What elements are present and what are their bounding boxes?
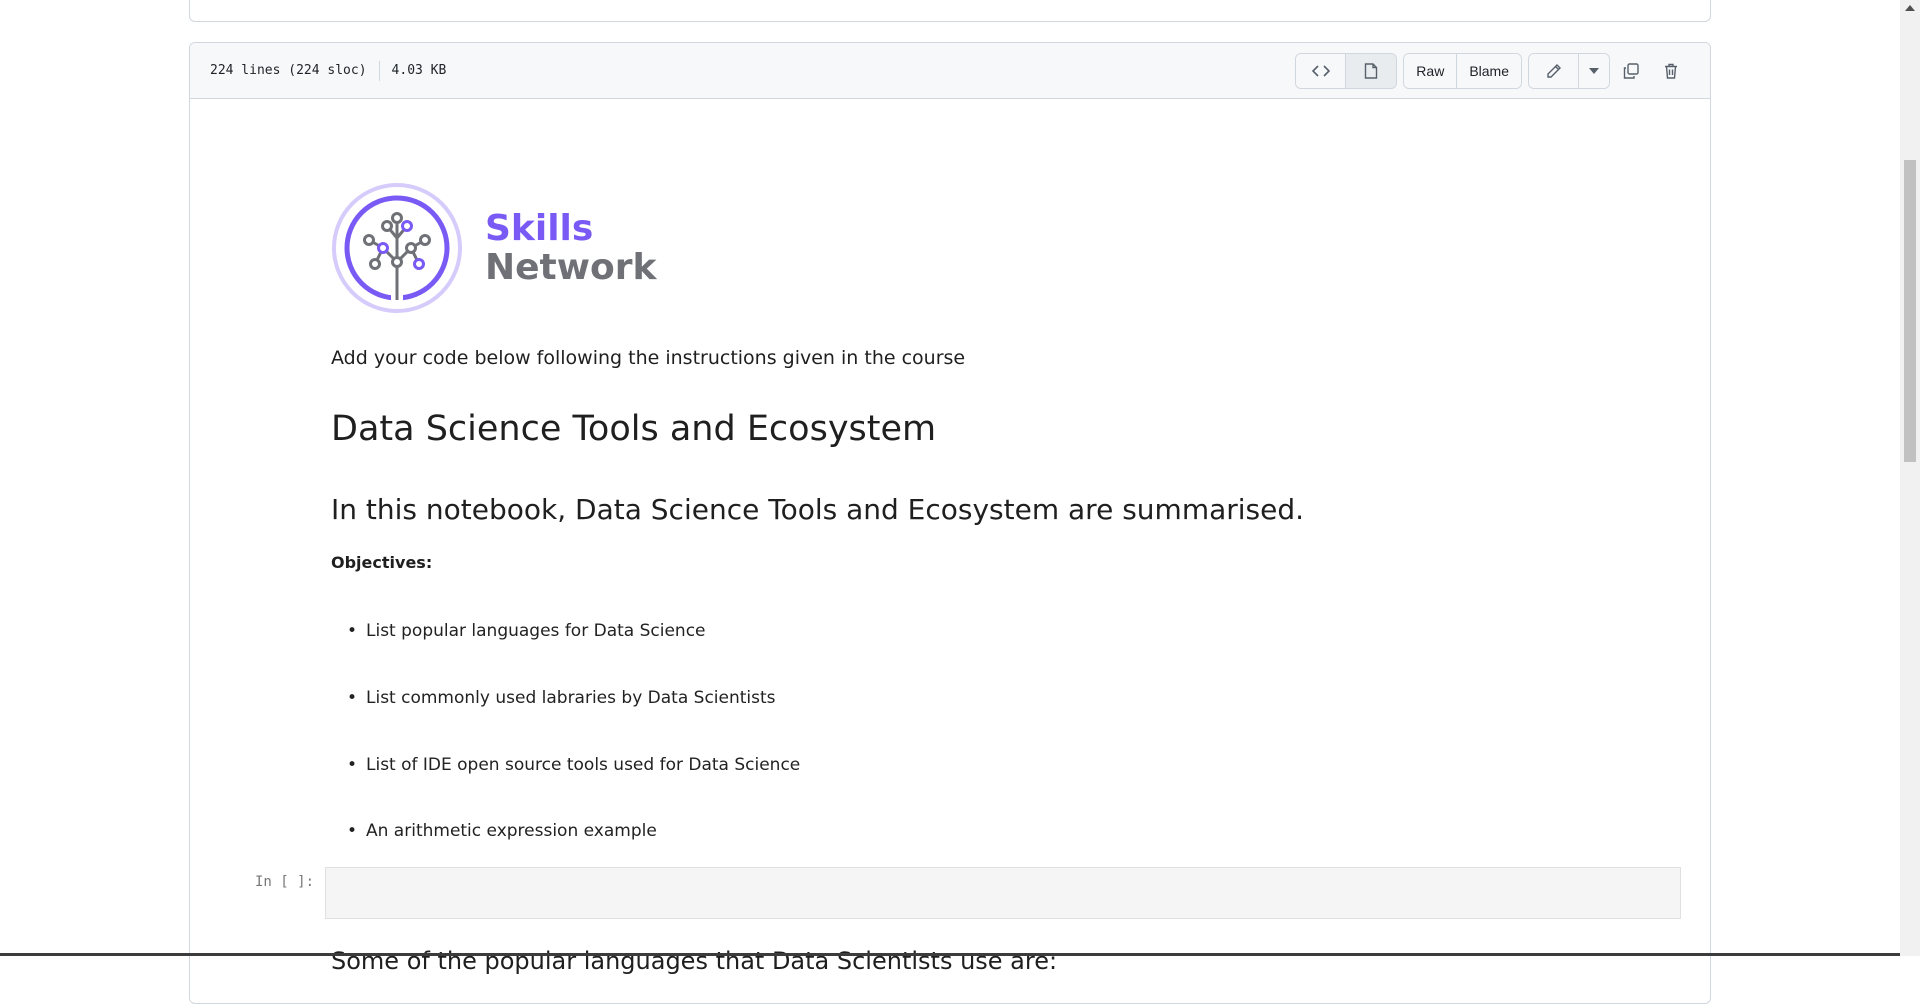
trash-icon	[1665, 63, 1677, 79]
file-header: 224 lines (224 sloc) 4.03 KB Raw Blame	[190, 43, 1710, 99]
tree-logo-icon	[332, 183, 462, 313]
file-viewer: 224 lines (224 sloc) 4.03 KB Raw Blame S…	[189, 42, 1711, 1004]
notebook-subtitle: In this notebook, Data Science Tools and…	[331, 493, 1305, 526]
raw-button[interactable]: Raw	[1404, 53, 1458, 88]
list-item: An arithmetic expression example	[347, 821, 657, 841]
edit-button[interactable]	[1529, 53, 1579, 88]
code-icon	[1311, 64, 1330, 77]
scroll-up-icon[interactable]	[1905, 5, 1915, 11]
preview-button[interactable]	[1346, 53, 1397, 88]
file-size: 4.03 KB	[391, 63, 447, 78]
edit-group	[1528, 52, 1610, 89]
code-cell	[325, 867, 1681, 919]
code-view-button[interactable]	[1296, 53, 1347, 88]
list-item: List commonly used labraries by Data Sci…	[347, 688, 776, 708]
objectives-label: Objectives:	[331, 553, 433, 572]
list-item: List of IDE open source tools used for D…	[347, 755, 800, 775]
edit-dropdown-button[interactable]	[1579, 53, 1609, 88]
section-heading: Some of the popular languages that Data …	[331, 947, 1058, 975]
scrollbar-thumb[interactable]	[1904, 160, 1916, 462]
file-toolbar: Raw Blame	[1295, 52, 1690, 89]
logo-wordmark: Skills Network	[485, 209, 656, 287]
scrollbar[interactable]	[1900, 0, 1920, 956]
file-meta: 224 lines (224 sloc) 4.03 KB	[210, 60, 447, 81]
list-item: List popular languages for Data Science	[347, 621, 705, 641]
previous-panel	[189, 0, 1711, 22]
pencil-icon	[1546, 63, 1561, 78]
raw-blame-group: Raw Blame	[1403, 52, 1522, 89]
cell-prompt: In [ ]:	[255, 874, 315, 890]
file-icon	[1365, 62, 1378, 79]
notebook-title: Data Science Tools and Ecosystem	[331, 409, 937, 449]
skills-network-logo: Skills Network	[331, 182, 656, 314]
intro-text: Add your code below following the instru…	[331, 347, 966, 369]
divider	[378, 60, 380, 81]
view-toggle	[1295, 52, 1398, 89]
copy-button[interactable]	[1612, 54, 1650, 88]
logo-line-2: Network	[485, 247, 657, 288]
chevron-down-icon	[1589, 67, 1599, 74]
delete-button[interactable]	[1652, 54, 1690, 88]
copy-icon	[1623, 62, 1639, 79]
logo-line-1: Skills	[485, 208, 594, 249]
blame-button[interactable]: Blame	[1457, 53, 1521, 88]
line-count: 224 lines (224 sloc)	[210, 63, 367, 78]
